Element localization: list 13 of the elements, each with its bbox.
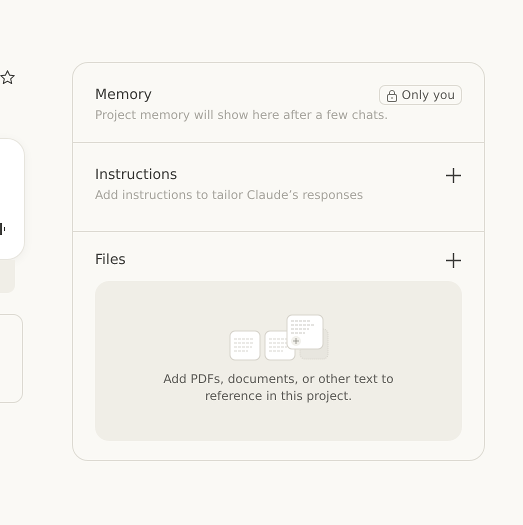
- section-description: Add instructions to tailor Claude’s responses: [95, 188, 364, 202]
- add-icon[interactable]: [446, 168, 461, 182]
- lock-icon: [386, 88, 398, 102]
- section-title: Memory: [95, 87, 152, 103]
- visibility-badge[interactable]: Only you: [378, 85, 462, 105]
- add-icon[interactable]: [446, 252, 461, 268]
- drop-zone-text: Add PDFs, documents, or other text to reference in this project.: [162, 371, 395, 405]
- file-drop-zone[interactable]: Add PDFs, documents, or other text to reference in this project.: [95, 281, 462, 441]
- section-description: Project memory will show here after a few chats.: [95, 108, 390, 122]
- section-title: Files: [95, 252, 126, 268]
- section-title: Instructions: [95, 167, 178, 183]
- waveform-icon[interactable]: [0, 223, 6, 235]
- star-icon[interactable]: [0, 69, 16, 86]
